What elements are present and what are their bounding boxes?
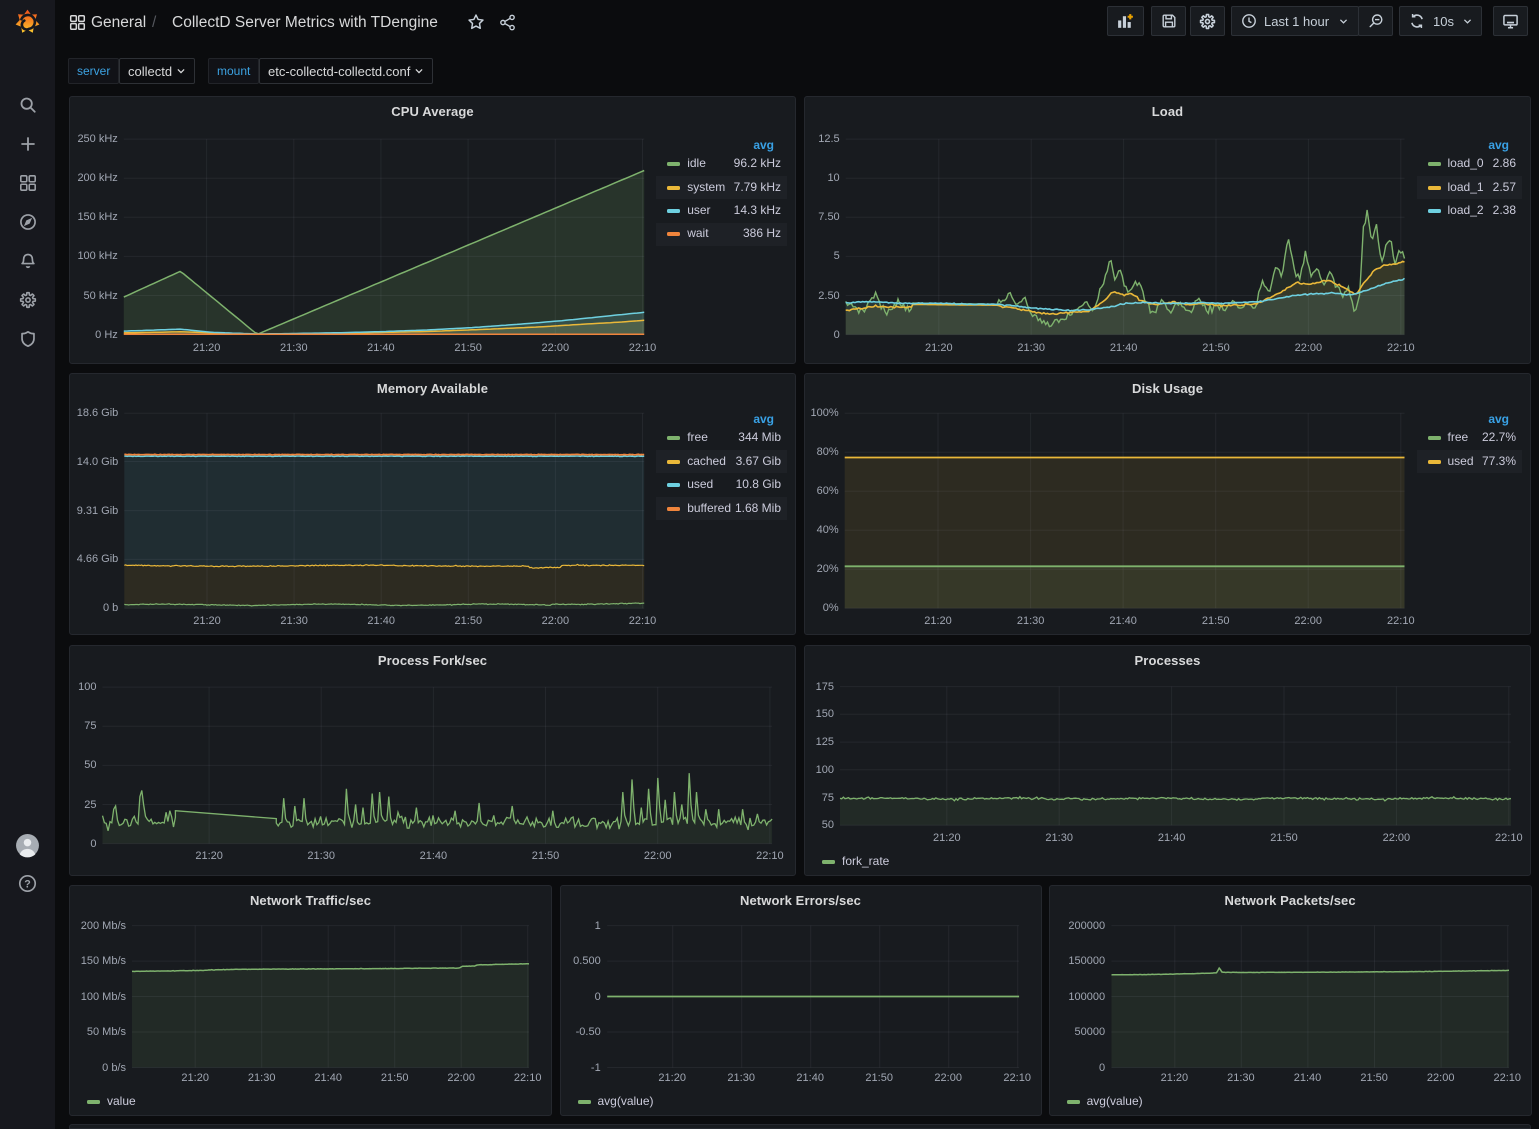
svg-text:?: ? (24, 878, 31, 890)
